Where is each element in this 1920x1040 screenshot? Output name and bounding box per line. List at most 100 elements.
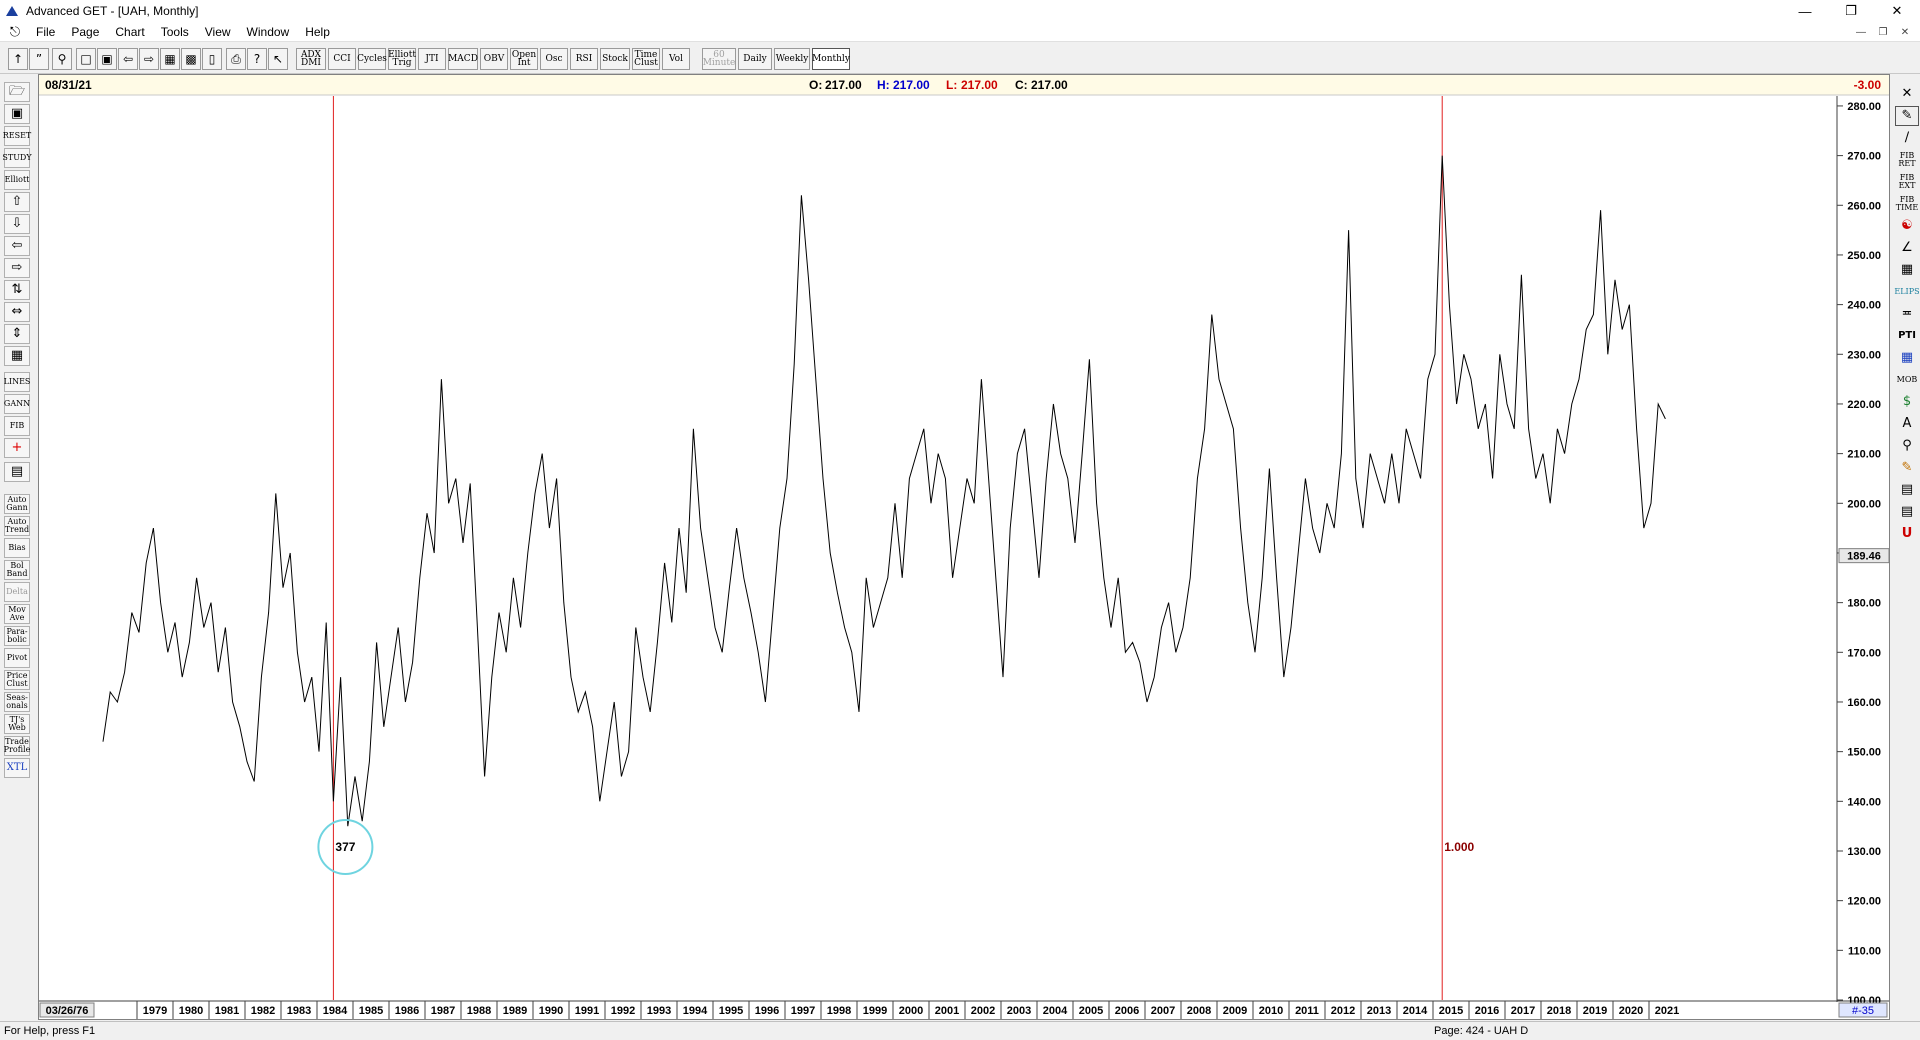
study-obv-button[interactable]: OBV [480,48,508,70]
parabolic-button[interactable]: Para-bolic [4,626,30,646]
gann-button[interactable]: GANN [4,394,30,414]
document-icon[interactable]: ⎋ [6,24,24,40]
save-icon[interactable]: ▣ [97,48,117,70]
study-vol-button[interactable]: Vol [662,48,690,70]
cascade-icon[interactable]: ▯ [202,48,222,70]
menu-file[interactable]: File [28,25,63,39]
cycle-icon[interactable]: ☯ [1895,216,1919,236]
minimize-icon[interactable]: — [1782,0,1828,22]
lines-button[interactable]: LINES [4,372,30,392]
magnifier-icon[interactable]: ⚲ [1895,436,1919,456]
forward-icon[interactable]: ⇨ [139,48,159,70]
undo-icon[interactable]: U [1895,524,1919,544]
restore-icon[interactable]: ❐ [1828,0,1874,22]
compress-icon[interactable]: ⇅ [4,280,30,300]
timeframe-weekly-button[interactable]: Weekly [774,48,810,70]
zoom-icon[interactable]: ⚲ [52,48,72,70]
study-elliott-trig-button[interactable]: Elliott Trig [388,48,416,70]
study-cci-button[interactable]: CCI [328,48,356,70]
channel-icon[interactable]: ∕ [1895,128,1919,148]
price-chart[interactable]: 08/31/21 O: 217.00 H: 217.00 L: 217.00 C… [39,75,1890,1019]
new-page-icon[interactable]: □ [76,48,96,70]
seasonals-button[interactable]: Seas-onals [4,692,30,712]
ellipse-button[interactable]: ELIPS [1894,282,1919,302]
ruler-icon[interactable]: ▤ [1895,502,1919,522]
menu-view[interactable]: View [197,25,239,39]
arrow-right-icon[interactable]: ⇨ [4,258,30,278]
x-tick-label: 2001 [935,1005,959,1017]
eraser-icon[interactable]: ✎ [1895,458,1919,478]
fib-button[interactable]: FIB [4,416,30,436]
study-osc-button[interactable]: Osc [540,48,568,70]
arrow-left-icon[interactable]: ⇦ [4,236,30,256]
mdi-restore-icon[interactable]: ❐ [1872,22,1894,42]
elliott-button[interactable]: Elliott [4,170,30,190]
bars-icon[interactable]: ▣ [4,104,30,124]
pti-button[interactable]: PTI [1895,326,1919,346]
study-rsi-button[interactable]: RSI [570,48,598,70]
tjs-web-button[interactable]: TJ's Web [4,714,30,734]
money-icon[interactable]: $ [1895,392,1919,412]
table-icon[interactable]: ▦ [1895,348,1919,368]
arrow-down-icon[interactable]: ⇩ [4,214,30,234]
bol-band-button[interactable]: Bol Band [4,560,30,580]
print-icon[interactable]: ⎙ [226,48,246,70]
parallel-lines-icon[interactable]: ≖ [1895,304,1919,324]
menu-help[interactable]: Help [297,25,338,39]
open-folder-icon[interactable]: 🗁 [4,82,30,102]
trade-profile-button[interactable]: Trade Profile [4,736,30,756]
delta-button[interactable]: Delta [4,582,30,602]
expand-vertical-icon[interactable]: ⇕ [4,324,30,344]
expand-horizontal-icon[interactable]: ⇔ [4,302,30,322]
properties-icon[interactable]: ▤ [4,462,30,482]
study-cycles-button[interactable]: Cycles [357,48,387,70]
price-clust-button[interactable]: Price Clust [4,670,30,690]
price-line [102,155,1666,827]
x-tick-label: 2012 [1331,1005,1355,1017]
tile-icon[interactable]: ▩ [181,48,201,70]
mdi-close-icon[interactable]: ✕ [1894,22,1916,42]
menu-window[interactable]: Window [239,25,298,39]
timeframe-60-minute-button[interactable]: 60 Minute [702,48,736,70]
auto-gann-button[interactable]: Auto Gann [4,494,30,514]
timeframe-daily-button[interactable]: Daily [738,48,772,70]
study-jti-button[interactable]: JTI [418,48,446,70]
list-icon[interactable]: ▤ [1895,480,1919,500]
study-macd-button[interactable]: MACD [448,48,478,70]
bias-button[interactable]: Bias [4,538,30,558]
study-stock-button[interactable]: Stock [600,48,630,70]
layout-icon[interactable]: ▦ [160,48,180,70]
timeframe-monthly-button[interactable]: Monthly [812,48,850,70]
auto-trend-button[interactable]: Auto Trend [4,516,30,536]
pivot-button[interactable]: Pivot [4,648,30,668]
mob-button[interactable]: MOB [1895,370,1919,390]
cursor-icon[interactable]: ↑ [8,48,28,70]
crosshair-icon[interactable]: + [4,438,30,458]
study-button[interactable]: STUDY [2,148,32,168]
menu-tools[interactable]: Tools [153,25,197,39]
mov-ave-button[interactable]: Mov Ave [4,604,30,624]
study-time-clust-button[interactable]: Time Clust [632,48,660,70]
help-icon[interactable]: ? [247,48,267,70]
text-tool-icon[interactable]: A [1895,414,1919,434]
quote-icon[interactable]: ” [29,48,49,70]
study-open-int-button[interactable]: Open Int [510,48,538,70]
grid-icon[interactable]: ▦ [4,346,30,366]
menu-page[interactable]: Page [63,25,107,39]
mdi-minimize-icon[interactable]: — [1850,22,1872,42]
reset-button[interactable]: RESET [3,126,31,146]
fib-ext-button[interactable]: FIB EXT [1895,172,1919,192]
xtl-button[interactable]: XTL [4,758,30,778]
fib-ret-button[interactable]: FIB RET [1895,150,1919,170]
fib-time-button[interactable]: FIB TIME [1895,194,1919,214]
study-adx-dmi-button[interactable]: ADX DMI [296,48,326,70]
close-icon[interactable]: ✕ [1874,0,1920,22]
back-icon[interactable]: ⇦ [118,48,138,70]
pencil-icon[interactable]: ✎ [1895,106,1919,126]
close-chart-icon[interactable]: ✕ [1895,84,1919,104]
grid-icon[interactable]: ▦ [1895,260,1919,280]
context-help-icon[interactable]: ↖ [268,48,288,70]
fan-icon[interactable]: ∠ [1895,238,1919,258]
menu-chart[interactable]: Chart [107,25,152,39]
arrow-up-icon[interactable]: ⇧ [4,192,30,212]
